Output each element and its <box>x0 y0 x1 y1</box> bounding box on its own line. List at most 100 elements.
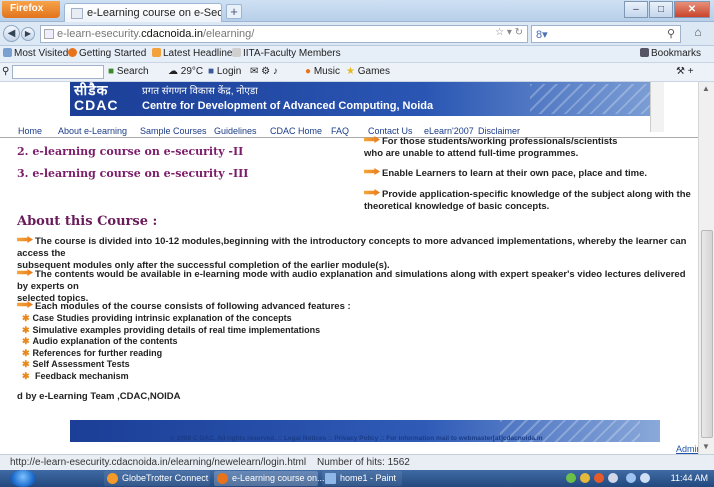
maximize-icon[interactable]: □ <box>649 1 673 18</box>
minimize-icon[interactable]: – <box>624 1 648 18</box>
banner-title: प्रगत संगणन विकास केंद्र, नोएडा Centre f… <box>142 86 434 112</box>
wrench-icon[interactable]: ⚒ + <box>676 66 694 77</box>
forward-icon[interactable]: ▶ <box>21 27 35 41</box>
system-tray: 11:44 AM <box>560 470 714 487</box>
url-input[interactable]: e-learn-esecurity.cdacnoida.in/elearning… <box>40 25 528 43</box>
arrow-icon <box>17 269 33 276</box>
google-icon[interactable]: 8▾ <box>536 28 548 41</box>
page-icon <box>71 8 83 19</box>
star-bullet-icon: ✱ <box>22 370 30 381</box>
scroll-down-icon[interactable]: ▼ <box>702 442 710 451</box>
menu-faq[interactable]: FAQ <box>331 126 349 136</box>
mail-icon[interactable]: ✉ ⚙ ♪ <box>250 66 278 77</box>
inner-scrollbar[interactable] <box>650 82 664 132</box>
admin-link[interactable]: Admin <box>676 444 698 454</box>
hit-counter: Number of hits: 1562 <box>317 457 410 468</box>
bookmark-getting-started[interactable]: Getting Started <box>68 48 146 59</box>
arrow-icon <box>17 301 33 308</box>
clock[interactable]: 11:44 AM <box>671 473 708 483</box>
star-bullet-icon: ✱ <box>22 347 30 358</box>
toolbar-games-button[interactable]: ★ Games <box>346 66 390 77</box>
about-paragraph-2: The contents would be available in e-lea… <box>17 269 686 304</box>
feature-item-2: Enable Learners to learn at their own pa… <box>364 168 647 180</box>
cdac-banner: सीडैक CDAC प्रगत संगणन विकास केंद्र, नोए… <box>70 82 660 116</box>
course-link-3[interactable]: 3. e-learning course on e-security -III <box>17 167 248 180</box>
shield-icon[interactable] <box>580 473 590 483</box>
menu-contact-us[interactable]: Contact Us <box>368 126 413 136</box>
tab-title: e-Learning course on e-Security <box>87 7 222 19</box>
bookmarks-menu[interactable]: Bookmarks <box>640 48 701 59</box>
flag-icon[interactable] <box>608 473 618 483</box>
search-toolbar: ⚲ ■ Search ☁ 29°C ■ Login ✉ ⚙ ♪ ● Music … <box>0 63 714 82</box>
search-icon: ⚲ <box>2 66 10 77</box>
star-bullet-icon: ✱ <box>22 313 30 323</box>
arrow-icon <box>364 168 380 175</box>
menu-disclaimer[interactable]: Disclaimer <box>478 126 520 136</box>
header-banner-area: सीडैक CDAC प्रगत संगणन विकास केंद्र, नोए… <box>0 82 664 132</box>
toolbar-music-button[interactable]: ● Music <box>305 66 340 77</box>
weather-widget[interactable]: ☁ 29°C <box>168 66 203 77</box>
arrow-icon <box>364 136 380 143</box>
arrow-icon <box>17 236 33 243</box>
menu-elearn2007[interactable]: eLearn'2007 <box>424 126 474 136</box>
list-item: ✱ Audio explanation of the contents <box>22 336 178 346</box>
taskbar-item-globetrotter[interactable]: GlobeTrotter Connect <box>104 471 210 486</box>
about-paragraph-3: Each modules of the course consists of f… <box>17 301 695 313</box>
search-input[interactable]: 8▾ ⚲ <box>531 25 681 43</box>
back-icon[interactable]: ◀ <box>3 25 20 42</box>
menu-guidelines[interactable]: Guidelines <box>214 126 257 136</box>
list-item: ✱ Feedback mechanism <box>22 370 129 381</box>
list-item: ✱ Self Assessment Tests <box>22 359 130 369</box>
url-path: /elearning/ <box>202 28 255 40</box>
menu-about-elearning[interactable]: About e-Learning <box>58 126 127 136</box>
home-icon[interactable]: ⌂ <box>688 25 708 43</box>
feature-item-1-cont: who are unable to attend full-time progr… <box>364 148 579 159</box>
feature-item-3: Provide application-specific knowledge o… <box>364 189 691 201</box>
team-credit: d by e-Learning Team ,CDAC,NOIDA <box>17 391 181 402</box>
taskbar-item-paint[interactable]: home1 - Paint <box>322 471 402 486</box>
menu-cdac-home[interactable]: CDAC Home <box>270 126 322 136</box>
toolbar-login-button[interactable]: ■ Login <box>208 66 241 77</box>
scrollbar-thumb[interactable] <box>701 230 713 438</box>
course-link-2[interactable]: 2. e-learning course on e-security -II <box>17 145 243 158</box>
bookmark-latest-headlines[interactable]: Latest Headlines <box>152 48 238 59</box>
close-icon[interactable]: ✕ <box>674 1 710 18</box>
antivirus-icon[interactable] <box>594 473 604 483</box>
arrow-icon <box>364 189 380 196</box>
quicklaunch-icons[interactable] <box>46 471 76 486</box>
toolbar-search-input[interactable] <box>12 65 104 79</box>
feature-item-3-cont: theoretical knowledge of basic concepts. <box>364 201 550 212</box>
network-icon[interactable] <box>566 473 576 483</box>
bookmark-star-icon[interactable]: ☆ ▾ ↻ <box>495 27 523 38</box>
scroll-up-icon[interactable]: ▲ <box>702 84 710 93</box>
star-bullet-icon: ✱ <box>22 324 30 335</box>
list-item: ✱ Case Studies providing intrinsic explan… <box>22 313 292 323</box>
volume-icon[interactable] <box>640 473 650 483</box>
menu-sample-courses[interactable]: Sample Courses <box>140 126 207 136</box>
firefox-menu-button[interactable]: Firefox <box>2 1 60 18</box>
about-paragraph-1: The course is divided into 10-12 modules… <box>17 236 687 271</box>
tab-elearning[interactable]: e-Learning course on e-Security <box>64 3 222 22</box>
site-identity-icon <box>44 29 54 39</box>
star-bullet-icon: ✱ <box>22 336 30 346</box>
menu-home[interactable]: Home <box>18 126 42 136</box>
bookmarks-bar: Most Visited Getting Started Latest Head… <box>0 46 714 63</box>
cdac-logo[interactable]: सीडैक CDAC <box>74 83 118 113</box>
page-viewport: सीडैक CDAC प्रगत संगणन विकास केंद्र, नोए… <box>0 82 698 454</box>
toolbar-search-button[interactable]: ■ Search <box>108 66 149 77</box>
paint-icon <box>325 473 336 484</box>
window-controls: – □ ✕ <box>623 1 710 19</box>
page-scrollbar[interactable]: ▲ ▼ <box>698 82 714 454</box>
status-bar: http://e-learn-esecurity.cdacnoida.in/el… <box>0 454 714 470</box>
bookmark-iita-faculty[interactable]: IITA-Faculty Members <box>232 48 341 59</box>
new-tab-button[interactable]: + <box>226 4 242 19</box>
taskbar-item-firefox[interactable]: e-Learning course on... <box>214 471 325 486</box>
copyright-text[interactable]: © 2008 C-DAC. All rights reserved. :: Le… <box>170 435 543 442</box>
signal-icon[interactable] <box>626 473 636 483</box>
start-button[interactable] <box>10 470 36 487</box>
bookmark-most-visited[interactable]: Most Visited <box>3 48 68 59</box>
globetrotter-icon <box>107 473 118 484</box>
search-icon[interactable]: ⚲ <box>667 27 675 40</box>
list-item: ✱ Simulative examples providing details o… <box>22 324 321 335</box>
about-heading: About this Course : <box>17 214 158 229</box>
